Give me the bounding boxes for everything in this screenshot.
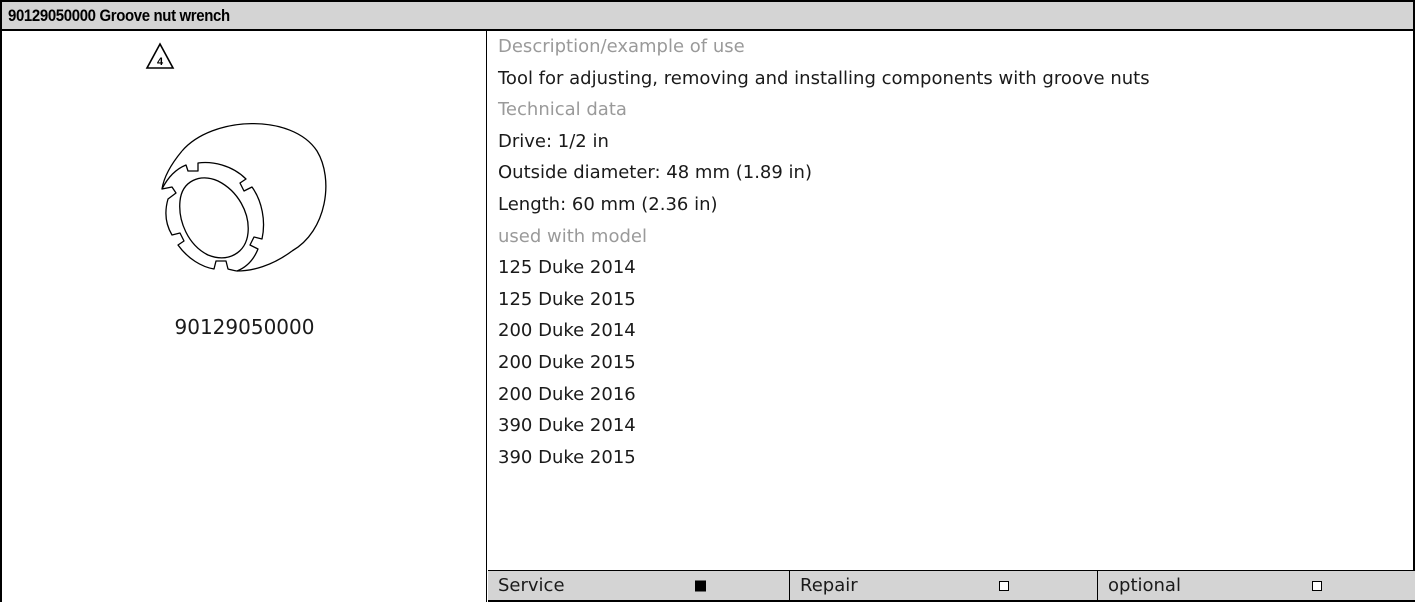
title-bar: 90129050000 Groove nut wrench [2, 0, 1413, 31]
groove-nut-wrench-drawing [161, 122, 327, 272]
figure-panel: 4 90129050000 [2, 31, 487, 602]
category-bar: Service Repair optional [488, 570, 1415, 602]
optional-checkbox-icon [1312, 580, 1322, 591]
models-heading: used with model [498, 225, 647, 247]
tool-title: 90129050000 Groove nut wrench [8, 5, 230, 25]
category-service: Service [488, 571, 790, 600]
model-item: 200 Duke 2015 [498, 351, 636, 373]
model-item: 125 Duke 2015 [498, 288, 636, 310]
category-optional-label: optional [1108, 575, 1181, 596]
details-panel: Description/example of use Tool for adju… [488, 31, 1415, 473]
service-checkbox-icon [695, 580, 706, 591]
description-heading: Description/example of use [498, 36, 745, 57]
model-item: 390 Duke 2015 [498, 446, 636, 468]
part-number-label: 90129050000 [174, 315, 315, 339]
warning-triangle-icon: 4 [145, 42, 175, 69]
tool-sheet: 90129050000 Groove nut wrench 4 90129050… [0, 0, 1415, 602]
category-optional: optional [1098, 571, 1415, 600]
repair-checkbox-icon [999, 580, 1009, 591]
model-item: 200 Duke 2014 [498, 320, 636, 342]
description-text: Tool for adjusting, removing and install… [498, 67, 1150, 89]
technical-data-heading: Technical data [498, 99, 627, 121]
category-repair-label: Repair [800, 575, 858, 596]
technical-data-diameter: Outside diameter: 48 mm (1.89 in) [498, 162, 812, 184]
technical-data-drive: Drive: 1/2 in [498, 130, 609, 152]
technical-data-length: Length: 60 mm (2.36 in) [498, 193, 718, 215]
model-item: 200 Duke 2016 [498, 383, 636, 405]
category-repair: Repair [790, 571, 1098, 600]
warning-number: 4 [157, 56, 164, 68]
model-item: 390 Duke 2014 [498, 415, 636, 437]
model-item: 125 Duke 2014 [498, 257, 636, 279]
category-service-label: Service [498, 575, 565, 596]
